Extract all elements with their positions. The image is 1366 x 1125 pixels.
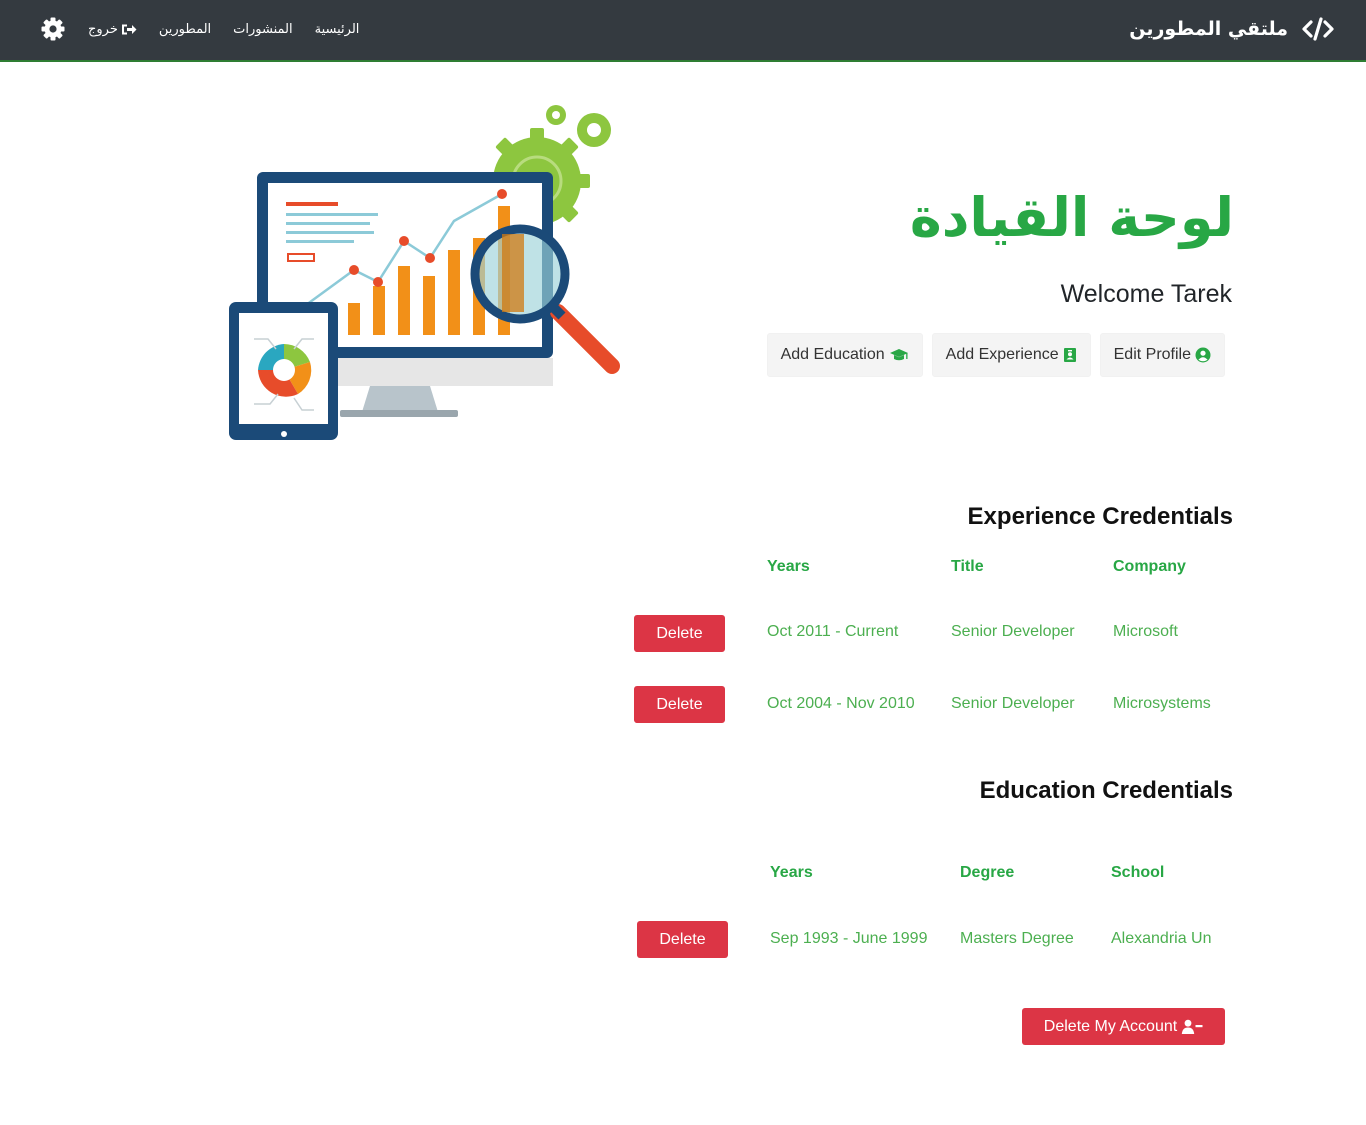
experience-company: Microsoft [1113, 623, 1178, 640]
education-col-years: Years [770, 864, 813, 881]
delete-account-label: Delete My Account [1043, 1017, 1178, 1035]
experience-years: Oct 2004 - Nov 2010 [767, 695, 915, 712]
graduation-cap-icon [889, 349, 908, 361]
welcome-message: Welcome Tarek [1060, 280, 1232, 308]
id-badge-icon [1063, 348, 1076, 362]
experience-years: Oct 2011 - Current [767, 623, 899, 640]
nav-posts-link[interactable]: المنشورات [233, 22, 292, 37]
nav-home-link[interactable]: الرئيسية [315, 22, 360, 37]
user-minus-icon [1182, 1019, 1203, 1034]
education-col-school: School [1111, 864, 1165, 881]
edit-profile-label: Edit Profile [1113, 346, 1191, 363]
delete-experience-button[interactable]: Delete [634, 615, 725, 652]
tablet-graphic [229, 302, 338, 440]
education-heading: Education Credentials [979, 777, 1233, 804]
nav-logout-link[interactable]: خروج [88, 22, 137, 37]
education-school: Alexandria Un [1111, 930, 1212, 947]
edit-profile-button[interactable]: Edit Profile [1099, 333, 1225, 377]
sign-out-icon [121, 24, 137, 34]
top-navbar: خروج المطورين المنشورات الرئيسية ملتقي ا… [0, 0, 1366, 62]
education-degree: Masters Degree [960, 930, 1074, 947]
dashboard-actions: Add Education Add Experience Edit Profil… [766, 333, 1225, 377]
add-education-label: Add Education [780, 346, 885, 363]
education-col-degree: Degree [960, 864, 1015, 881]
experience-col-company: Company [1113, 558, 1186, 575]
nav-developers-link[interactable]: المطورين [159, 22, 211, 37]
experience-heading: Experience Credentials [967, 503, 1233, 530]
add-education-button[interactable]: Add Education [766, 333, 923, 377]
page-title: لوحة القيادة [909, 186, 1234, 249]
code-icon [1302, 17, 1334, 41]
add-experience-label: Add Experience [945, 346, 1059, 363]
experience-company: Microsystems [1113, 695, 1211, 712]
delete-experience-button[interactable]: Delete [634, 686, 725, 723]
dashboard-illustration [222, 98, 632, 448]
experience-title: Senior Developer [951, 695, 1075, 712]
experience-col-title: Title [951, 558, 984, 575]
brand-title: ملتقي المطورين [1129, 18, 1288, 40]
logout-label: خروج [88, 21, 118, 37]
brand-link[interactable]: ملتقي المطورين [1129, 14, 1334, 44]
experience-col-years: Years [767, 558, 810, 575]
delete-account-button[interactable]: Delete My Account [1022, 1008, 1225, 1045]
experience-title: Senior Developer [951, 623, 1075, 640]
add-experience-button[interactable]: Add Experience [931, 333, 1091, 377]
gear-icon[interactable] [40, 16, 66, 42]
delete-education-button[interactable]: Delete [637, 921, 728, 958]
education-years: Sep 1993 - June 1999 [770, 930, 928, 947]
nav-links: خروج المطورين المنشورات الرئيسية [40, 13, 359, 45]
user-circle-icon [1195, 347, 1211, 363]
